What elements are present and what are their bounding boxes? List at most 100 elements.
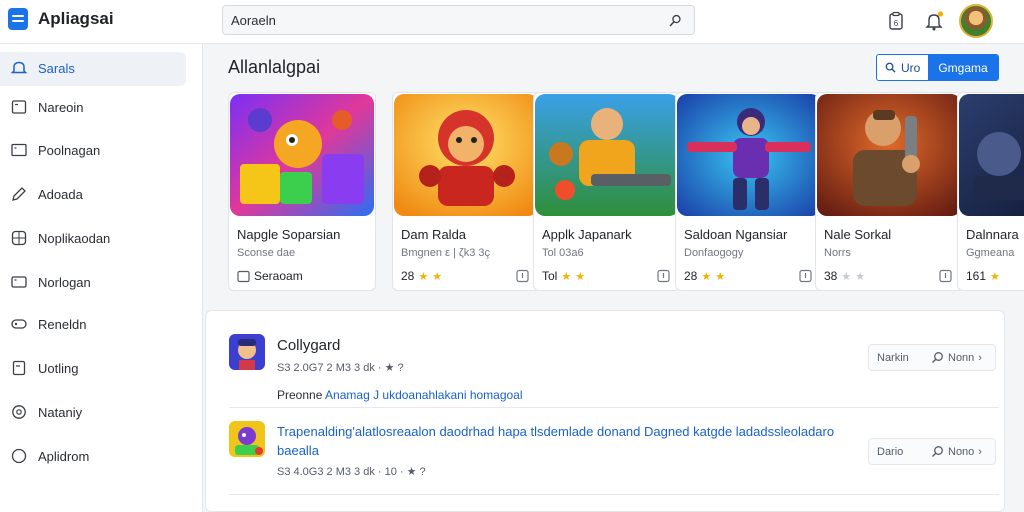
view-toggle: Uro Gmgama (876, 54, 999, 81)
list-item-meta: S3 4.0G3 2 M3 3 dk · 10 · ★ ? (277, 466, 426, 478)
sidebar-item-label: Nataniy (38, 404, 83, 420)
app-logo-icon (8, 8, 28, 30)
list-item-action-button-label: Nonn (948, 351, 975, 364)
search-icon (932, 352, 943, 363)
sidebar-item-sarals[interactable]: Sarals (0, 46, 203, 90)
list-item-link[interactable]: Anamag J ukdoanahlakani homagoal (325, 388, 522, 402)
list-item-action-button[interactable]: Nono › (931, 445, 982, 458)
view-toggle-right-button[interactable]: Gmgama (928, 55, 998, 80)
view-toggle-right-label: Gmgama (938, 60, 988, 75)
app-artwork (817, 94, 961, 216)
gear-icon (12, 405, 26, 419)
list-item-action-label[interactable]: Dario (877, 446, 925, 458)
chevron-right-icon: › (978, 351, 982, 364)
sidebar-item-label: Nareoin (38, 99, 84, 115)
star-empty-icon: ★ (841, 270, 852, 283)
list-item-action-button[interactable]: Nonn › (931, 351, 982, 364)
app-card-meta-text: Seraoam (254, 269, 303, 283)
rectangle-icon (11, 143, 27, 157)
chevron-right-icon: › (978, 445, 982, 458)
app-card[interactable]: Dalnnara Ggmeana 161 ★ (957, 92, 1024, 291)
app-card-subtitle: Ggmeana (966, 247, 1015, 259)
list-item-thumbnail (229, 421, 265, 457)
list-item-title[interactable]: Collygard (277, 337, 340, 354)
list-item-actions: Dario Nono › (868, 438, 996, 465)
app-card[interactable]: Nale Sorkal Norrs 38 ★ ★ (815, 92, 963, 291)
sidebar-item-label: Poolnagan (38, 142, 101, 158)
notification-bell-icon[interactable] (923, 10, 945, 32)
app-card[interactable]: Napgle Soparsian Sconse dae Seraoam (228, 92, 376, 291)
star-filled-icon: ★ (561, 270, 572, 283)
clipboard-icon[interactable]: 6 (885, 10, 907, 32)
sidebar-item-aplidrom[interactable]: Aplidrom (0, 434, 203, 478)
app-card-subtitle: Norrs (824, 247, 851, 259)
list-item-title[interactable]: Trapenalding'alatlosreaalon daodrhad hap… (277, 422, 877, 460)
bell-icon (10, 61, 28, 74)
pill-icon (11, 319, 27, 329)
list-item-action-button-label: Nono (948, 445, 975, 458)
app-card[interactable]: Saldoan Ngansiar Donfaogogy 28 ★ ★ (675, 92, 823, 291)
search-icon (932, 446, 943, 457)
app-artwork (230, 94, 374, 216)
app-card-rating: 28 ★ ★ (401, 269, 442, 283)
list-item-thumbnail (229, 334, 265, 370)
sidebar-item-label: Adoada (38, 186, 83, 202)
document-icon (12, 360, 26, 376)
featured-carousel: Napgle Soparsian Sconse dae Seraoam Dam … (228, 92, 1024, 292)
app-artwork (535, 94, 679, 216)
app-card[interactable]: Applk Japanark Tol 03a6 Tol ★ ★ (533, 92, 681, 291)
sidebar-item-label: Sarals (38, 60, 75, 76)
app-card-rating: 38 ★ ★ (824, 269, 865, 283)
app-card-rating: 28 ★ ★ (684, 269, 725, 283)
app-card-rating-value: 161 (966, 269, 987, 283)
search-input[interactable]: Aoraeln (222, 5, 695, 35)
app-card-rating: Tol ★ ★ (542, 269, 585, 283)
image-icon (237, 270, 250, 282)
view-toggle-left-label: Uro (901, 60, 921, 75)
star-empty-icon: ★ (855, 270, 866, 283)
sidebar: Sarals Nareoin Poolnagan Adoada Noplikao… (0, 44, 203, 512)
star-filled-icon: ★ (418, 270, 429, 283)
download-icon[interactable] (939, 269, 952, 283)
sidebar-item-nataniy[interactable]: Nataniy (0, 390, 203, 434)
sidebar-item-norlogan[interactable]: Norlogan (0, 260, 203, 304)
app-card-name: Dam Ralda (401, 227, 467, 242)
app-list: Collygard S3 2.0G7 2 M3 3 dk · ★ ? Preon… (205, 310, 1005, 512)
list-item-action-label[interactable]: Narkin (877, 352, 925, 364)
user-avatar[interactable] (959, 4, 993, 38)
sidebar-item-poolnagan[interactable]: Poolnagan (0, 128, 203, 172)
download-icon[interactable] (657, 269, 670, 283)
star-filled-icon: ★ (701, 270, 712, 283)
app-card-name: Saldoan Ngansiar (684, 227, 788, 242)
app-card-rating-value: Tol (542, 269, 558, 283)
app-card-name: Napgle Soparsian (237, 227, 341, 242)
circle-icon (11, 448, 27, 464)
star-filled-icon: ★ (432, 270, 443, 283)
app-card-subtitle: Tol 03a6 (542, 247, 584, 259)
download-icon[interactable] (516, 269, 529, 283)
search-value: Aoraeln (231, 13, 276, 28)
sidebar-item-label: Reneldn (38, 316, 87, 332)
app-card-subtitle: Bmgnen ε | ζk3 3ç (401, 247, 491, 259)
app-card-rating: 161 ★ (966, 269, 1000, 283)
sidebar-item-adoada[interactable]: Adoada (0, 172, 203, 216)
app-card-subtitle: Donfaogogy (684, 247, 744, 259)
app-artwork (959, 94, 1024, 216)
sidebar-item-nareoin[interactable]: Nareoin (0, 85, 203, 129)
top-bar: Apliagsai Aoraeln 6 (0, 0, 1024, 44)
sidebar-item-uotling[interactable]: Uotling (0, 346, 203, 390)
app-name: Apliagsai (38, 9, 114, 28)
divider (229, 494, 999, 495)
download-icon[interactable] (799, 269, 812, 283)
pen-icon (12, 187, 26, 201)
app-card[interactable]: Dam Ralda Bmgnen ε | ζk3 3ç 28 ★ ★ (392, 92, 540, 291)
sidebar-item-reneldn[interactable]: Reneldn (0, 302, 203, 346)
sidebar-item-noplikaodan[interactable]: Noplikaodan (0, 216, 203, 260)
search-icon[interactable] (669, 14, 682, 27)
list-item-meta: S3 2.0G7 2 M3 3 dk · ★ ? (277, 362, 404, 374)
rectangle-icon (11, 276, 27, 288)
app-card-rating-value: 28 (401, 269, 415, 283)
brand[interactable]: Apliagsai (8, 8, 114, 30)
app-card-name: Nale Sorkal (824, 227, 892, 242)
view-toggle-left-button[interactable]: Uro (877, 55, 928, 80)
